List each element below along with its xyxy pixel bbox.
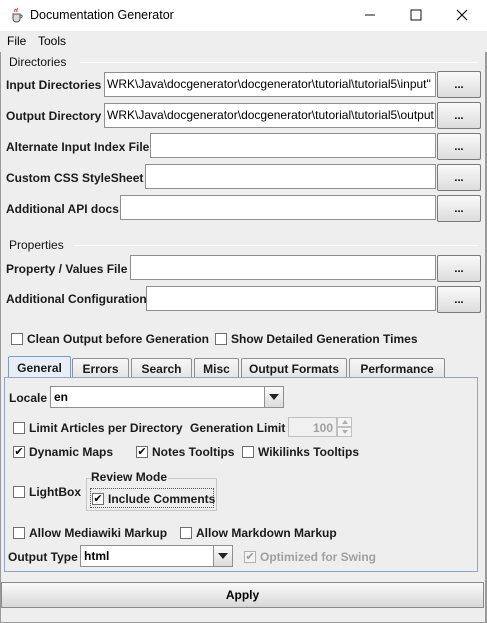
spinner-down-button[interactable] [337,427,352,437]
output-directory-browse-button[interactable]: ... [437,102,481,129]
input-directories-label: Input Directories [6,78,102,92]
chevron-up-icon [341,420,348,424]
additional-api-browse-button[interactable]: ... [437,195,481,222]
wikilinks-tooltips-checkbox[interactable] [242,446,254,458]
output-type-dropdown-button[interactable] [213,545,233,567]
chevron-down-icon [341,430,348,434]
additional-config-label: Additional Configuration [6,292,147,306]
tab-performance[interactable]: Performance [349,358,445,378]
tab-errors[interactable]: Errors [72,358,129,378]
menu-file[interactable]: File [7,34,26,48]
tab-search[interactable]: Search [131,358,192,378]
generation-limit-spinner[interactable]: 100 [288,417,337,437]
tab-general[interactable]: General [8,356,71,378]
properties-divider [74,245,478,246]
markdown-markup-label: Allow Markdown Markup [196,526,337,540]
additional-api-field[interactable] [120,195,436,220]
alternate-index-field[interactable] [150,133,436,158]
input-directories-browse-button[interactable]: ... [437,71,481,98]
custom-css-field[interactable] [145,164,436,189]
output-directory-label: Output Directory [6,109,102,123]
properties-title: Properties [9,238,64,252]
minimize-icon [365,14,375,16]
mediawiki-markup-checkbox[interactable] [13,527,25,539]
notes-tooltips-label: Notes Tooltips [152,445,235,459]
input-directories-field[interactable]: WRK\Java\docgenerator\docgenerator\tutor… [104,72,436,97]
additional-config-field[interactable] [146,286,436,311]
clean-output-label: Clean Output before Generation [27,332,210,346]
alternate-index-label: Alternate Input Index File [6,140,150,154]
generation-limit-label: Generation Limit [190,421,286,435]
dynamic-maps-label: Dynamic Maps [29,445,114,459]
include-comments-checkbox[interactable]: ✔ [92,493,104,505]
property-values-browse-button[interactable]: ... [437,255,481,282]
output-directory-field[interactable]: WRK\Java\docgenerator\docgenerator\tutor… [104,103,436,128]
limit-articles-checkbox[interactable] [13,422,25,434]
notes-tooltips-checkbox[interactable]: ✔ [136,446,148,458]
custom-css-label: Custom CSS StyleSheet [6,171,144,185]
minimize-button[interactable] [347,0,393,30]
directories-title: Directories [9,55,67,69]
tab-misc[interactable]: Misc [194,358,239,378]
additional-api-label: Additional API docs [6,202,119,216]
alternate-index-browse-button[interactable]: ... [437,133,481,160]
close-icon [456,9,468,21]
locale-combo[interactable]: en [50,386,265,408]
markdown-markup-checkbox[interactable] [180,527,192,539]
lightbox-label: LightBox [29,485,81,499]
close-button[interactable] [439,0,485,30]
window-title: Documentation Generator [30,8,174,22]
lightbox-checkbox[interactable] [13,486,25,498]
clean-output-checkbox[interactable] [11,333,23,345]
review-mode-title: Review Mode [91,470,168,484]
apply-button[interactable]: Apply [1,582,484,608]
java-app-icon [12,7,23,23]
maximize-button[interactable] [393,0,439,30]
limit-articles-label: Limit Articles per Directory [29,421,183,435]
show-times-checkbox[interactable] [215,333,227,345]
show-times-label: Show Detailed Generation Times [231,332,418,346]
wikilinks-tooltips-label: Wikilinks Tooltips [258,445,360,459]
mediawiki-markup-label: Allow Mediawiki Markup [29,526,168,540]
property-values-label: Property / Values File [6,262,128,276]
additional-config-browse-button[interactable]: ... [437,286,481,313]
include-comments-label: Include Comments [108,492,216,506]
directories-divider [80,62,478,63]
locale-label: Locale [9,391,48,405]
optimized-swing-label: Optimized for Swing [260,550,376,564]
chevron-down-icon [218,553,228,559]
custom-css-browse-button[interactable]: ... [437,164,481,191]
maximize-icon [410,9,422,21]
spinner-up-button[interactable] [337,417,352,427]
output-type-label: Output Type [8,550,78,564]
property-values-field[interactable] [130,255,436,280]
output-type-combo[interactable]: html [80,545,214,567]
locale-dropdown-button[interactable] [264,386,284,408]
dynamic-maps-checkbox[interactable]: ✔ [13,446,25,458]
menu-tools[interactable]: Tools [38,34,66,48]
tab-output-formats[interactable]: Output Formats [241,358,347,378]
menu-bar [0,31,487,52]
optimized-swing-checkbox[interactable]: ✔ [244,551,256,563]
review-mode-border-right [168,478,217,479]
chevron-down-icon [269,394,279,400]
